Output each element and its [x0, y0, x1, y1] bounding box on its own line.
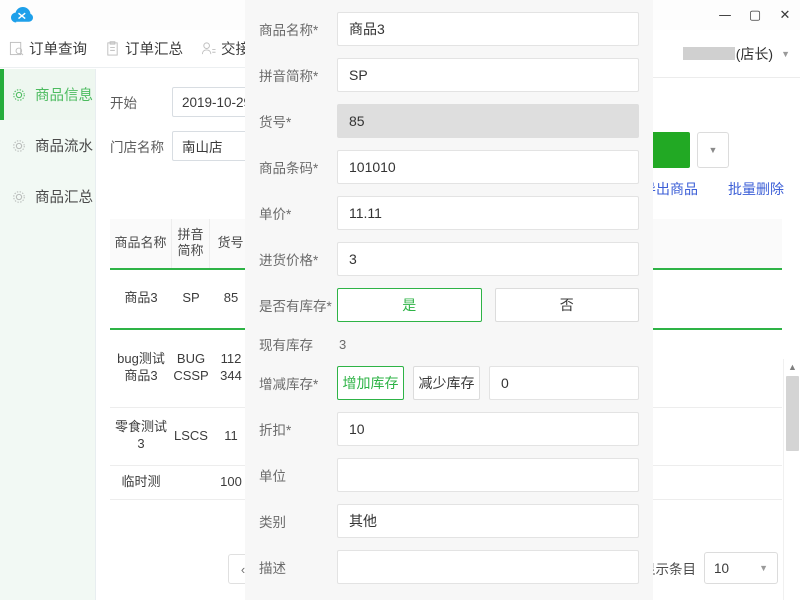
field-sku-number: 货号* 85 — [245, 104, 653, 138]
field-category: 类别 其他 — [245, 504, 653, 538]
user-role-label: (店长) — [735, 45, 774, 62]
sidebar-item-product-info[interactable]: 商品信息 — [0, 69, 95, 120]
sidebar-item-label: 商品流水 — [35, 139, 93, 155]
cell-name: 临时测 — [121, 473, 161, 489]
scroll-up-icon[interactable]: ▲ — [784, 359, 800, 375]
field-unit: 单位 — [245, 458, 653, 492]
purchase-price-input[interactable]: 3 — [337, 242, 639, 276]
scrollbar-thumb[interactable] — [786, 376, 799, 451]
gear-icon — [12, 139, 26, 153]
field-label: 拼音简称* — [259, 69, 319, 84]
tab-order-summary[interactable]: 订单汇总 — [96, 30, 192, 67]
cell-name: 商品3 — [124, 290, 158, 306]
field-label: 是否有库存* — [259, 299, 332, 314]
cell-pinyin: LSCS — [174, 427, 208, 443]
table-vertical-scrollbar[interactable]: ▲ ▼ — [783, 359, 800, 600]
field-adjust-stock: 增减库存* 增加库存 减少库存 0 — [245, 366, 653, 400]
field-label: 进货价格* — [259, 253, 319, 268]
user-account-dropdown[interactable]: (店长) ▼ — [652, 30, 800, 78]
cell-pinyin: SP — [182, 290, 200, 306]
chevron-down-icon: ▼ — [759, 563, 768, 573]
chevron-down-icon: ▼ — [781, 48, 790, 59]
sku-number-input: 85 — [337, 104, 639, 138]
stock-amount-input[interactable]: 0 — [489, 366, 639, 400]
category-input[interactable]: 其他 — [337, 504, 639, 538]
batch-delete-link[interactable]: 批量删除 — [728, 179, 784, 199]
unit-price-input[interactable]: 11.11 — [337, 196, 639, 230]
field-description: 描述 — [245, 550, 653, 584]
app-window: — ▢ ✕ 订单查询 订单汇总 交接 (店长) ▼ 商品信息 商品流水 商品汇总… — [0, 0, 800, 600]
store-name-input[interactable]: 南山店 — [172, 131, 254, 161]
toolbar-links: 导出商品 批量删除 — [642, 179, 800, 199]
column-header-name: 商品名称 — [110, 219, 172, 268]
sidebar-item-label: 商品信息 — [35, 88, 93, 104]
discount-input[interactable]: 10 — [337, 412, 639, 446]
cell-pinyin: BUG CSSP — [173, 351, 209, 383]
sidebar: 商品信息 商品流水 商品汇总 — [0, 69, 96, 600]
field-label: 单位 — [259, 469, 286, 484]
sidebar-item-product-summary[interactable]: 商品汇总 — [0, 171, 95, 222]
start-date-label: 开始 — [110, 96, 137, 111]
gear-icon — [12, 190, 26, 204]
store-name-label: 门店名称 — [110, 140, 164, 155]
field-label: 类别 — [259, 515, 286, 530]
user-name-redacted — [682, 47, 735, 60]
gear-icon — [12, 88, 26, 102]
maximize-button[interactable]: ▢ — [740, 0, 770, 30]
has-stock-no-button[interactable]: 否 — [494, 288, 639, 322]
product-edit-dialog: 商品名称* 商品3 拼音简称* SP 货号* 85 商品条码* 101010 单… — [245, 0, 653, 600]
field-label: 单价* — [259, 207, 292, 222]
field-label: 折扣* — [259, 423, 292, 438]
field-label: 描述 — [259, 561, 286, 576]
tab-label: 订单汇总 — [125, 42, 183, 58]
window-controls: — ▢ ✕ — [710, 0, 800, 30]
field-product-name: 商品名称* 商品3 — [245, 12, 653, 46]
field-label: 增减库存* — [259, 377, 319, 392]
pinyin-abbr-input[interactable]: SP — [337, 58, 639, 92]
field-current-stock: 现有库存 3 — [245, 334, 653, 354]
field-label: 商品名称* — [259, 23, 319, 38]
increase-stock-button[interactable]: 增加库存 — [337, 366, 404, 400]
field-discount: 折扣* 10 — [245, 412, 653, 446]
sidebar-item-product-flow[interactable]: 商品流水 — [0, 120, 95, 171]
sidebar-item-label: 商品汇总 — [35, 190, 93, 206]
field-has-stock: 是否有库存* 是 否 — [245, 288, 653, 322]
chevron-down-icon: ▼ — [708, 145, 718, 155]
handover-icon — [201, 41, 216, 56]
cloud-logo-icon — [10, 4, 36, 26]
tab-label: 订单查询 — [29, 42, 87, 58]
barcode-input[interactable]: 101010 — [337, 150, 639, 184]
field-label: 货号* — [259, 115, 292, 130]
close-button[interactable]: ✕ — [770, 0, 800, 30]
product-name-input[interactable]: 商品3 — [337, 12, 639, 46]
per-page-control: 显示条目 10 ▼ — [642, 552, 778, 584]
current-stock-value: 3 — [339, 336, 347, 352]
description-input[interactable] — [337, 550, 639, 584]
field-pinyin-abbr: 拼音简称* SP — [245, 58, 653, 92]
cell-name: 零食测试3 — [114, 419, 167, 451]
order-search-icon — [9, 41, 24, 56]
decrease-stock-button[interactable]: 减少库存 — [413, 366, 480, 400]
field-unit-price: 单价* 11.11 — [245, 196, 653, 230]
per-page-select[interactable]: 10 ▼ — [704, 552, 778, 584]
scroll-down-icon[interactable]: ▼ — [784, 595, 800, 600]
action-dropdown-button[interactable]: ▼ — [697, 132, 729, 168]
field-label: 现有库存 — [259, 338, 313, 353]
per-page-value: 10 — [714, 560, 730, 576]
has-stock-yes-button[interactable]: 是 — [337, 288, 482, 322]
field-purchase-price: 进货价格* 3 — [245, 242, 653, 276]
field-label: 商品条码* — [259, 161, 319, 176]
unit-input[interactable] — [337, 458, 639, 492]
order-summary-icon — [105, 41, 120, 56]
cell-name: bug测试商品3 — [117, 351, 165, 383]
column-header-pinyin: 拼音简称 — [172, 219, 210, 268]
tab-order-search[interactable]: 订单查询 — [0, 30, 96, 67]
minimize-button[interactable]: — — [710, 0, 740, 30]
field-barcode: 商品条码* 101010 — [245, 150, 653, 184]
cell-pinyin — [172, 466, 210, 499]
